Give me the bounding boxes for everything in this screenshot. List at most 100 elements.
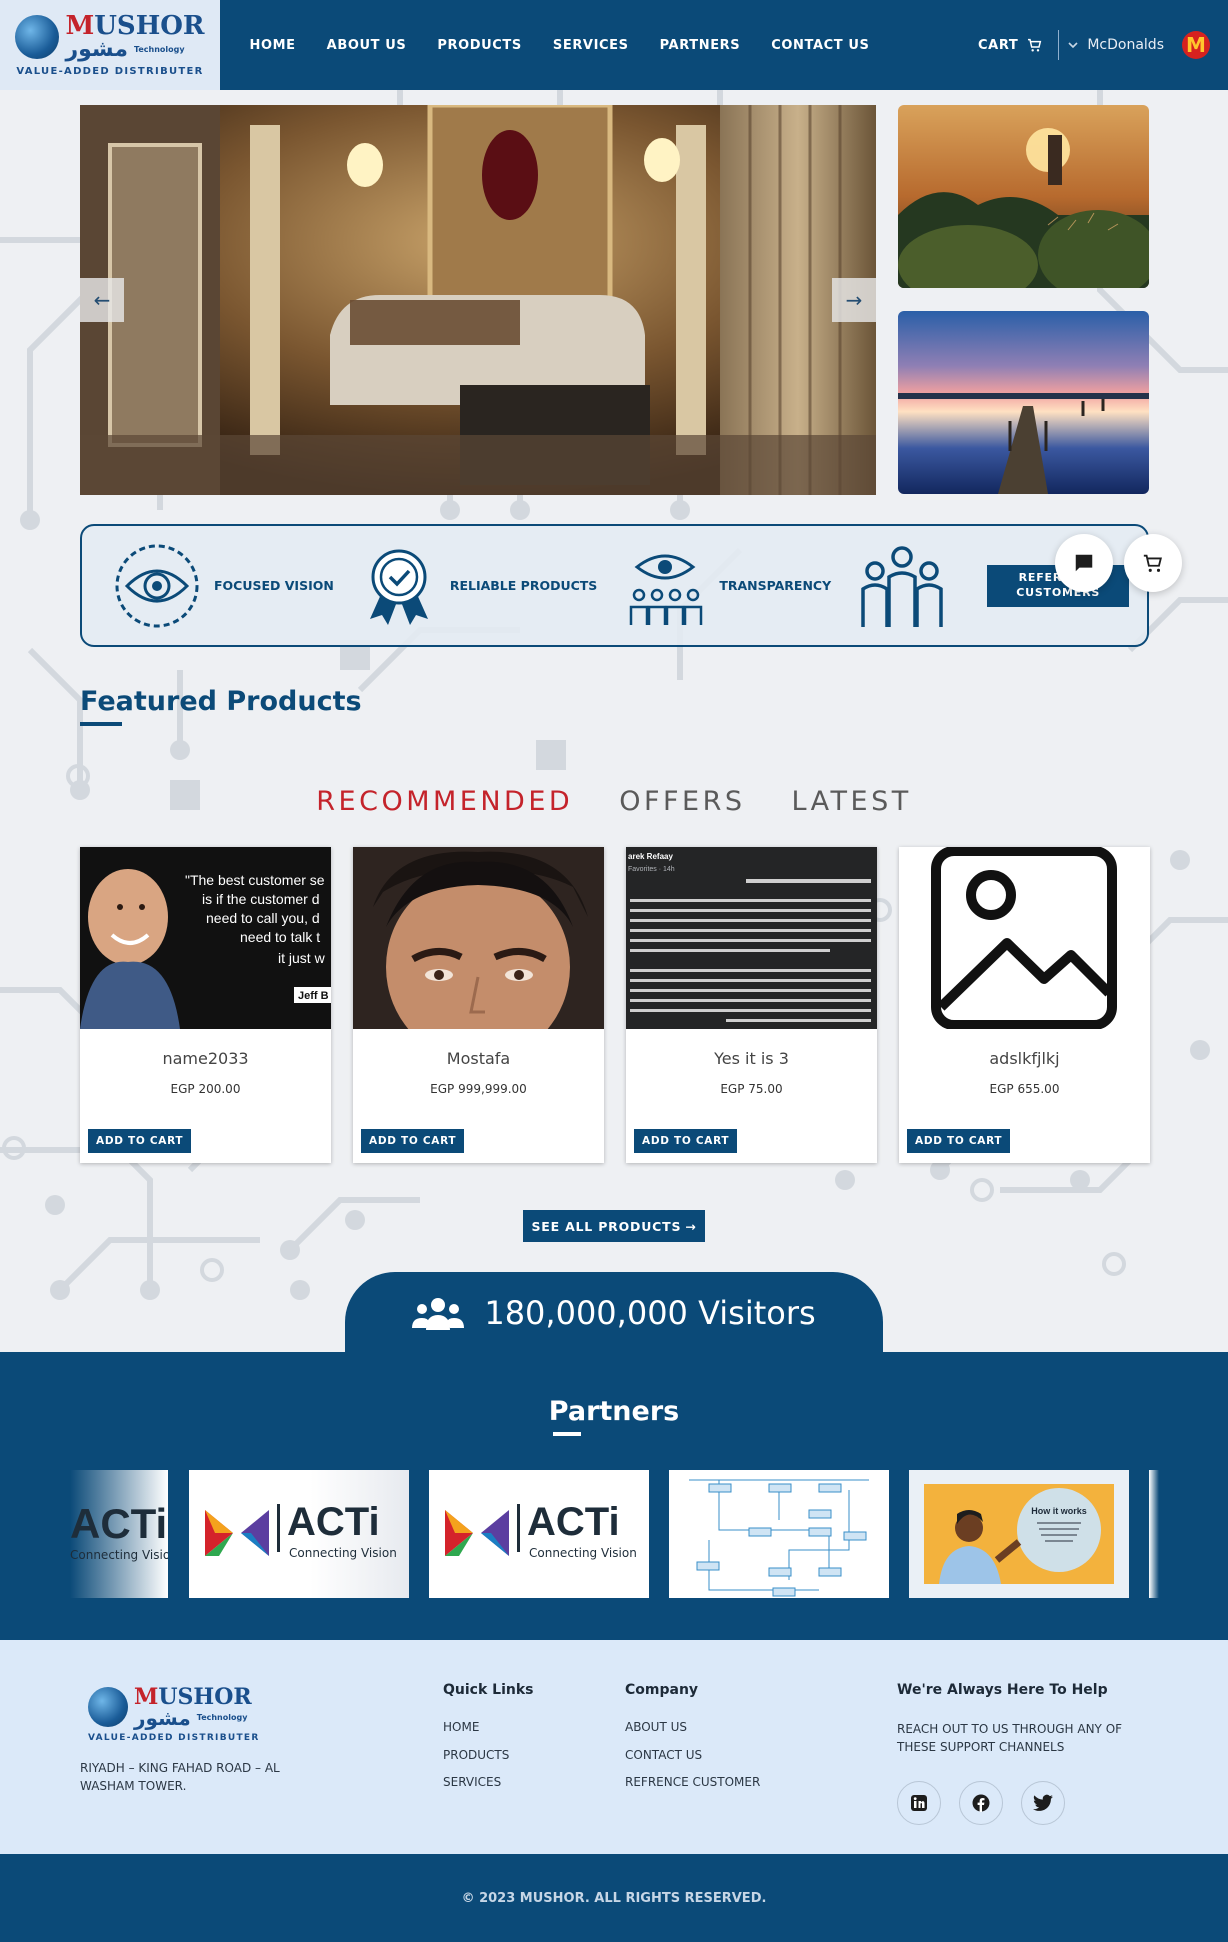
footer-link-contact-us[interactable]: CONTACT US [625,1748,702,1762]
nav-products[interactable]: PRODUCTS [422,38,538,53]
nav-contact-us[interactable]: CONTACT US [756,38,885,53]
add-to-cart-button[interactable]: ADD TO CART [634,1129,738,1153]
product-name: Mostafa [446,1049,511,1068]
value-label: FOCUSED VISION [214,578,334,593]
visitors-counter: 180,000,000 Visitors [345,1272,883,1353]
see-all-label: SEE ALL PRODUCTS [531,1218,682,1234]
nav-services[interactable]: SERVICES [537,38,644,53]
value-transparency: TRANSPARENCY [625,545,831,627]
partner-tagline: Connecting Vision [529,1546,637,1560]
footer-link-about-us[interactable]: ABOUT US [625,1720,687,1734]
facebook-icon [972,1794,990,1812]
hero-side-image-lake-dock[interactable] [898,311,1149,494]
hero-side-image-sunset-cactus[interactable] [898,105,1149,288]
quote-line: need to call you, d [206,910,320,926]
product-image [353,847,604,1029]
cart-link[interactable]: CART [978,37,1042,53]
product-card[interactable]: arek Refaay Favorites · 14h Yes it is 3 … [626,847,877,1163]
footer-logo[interactable]: MUSHOR مشور Technology VALUE-ADDED DISTR… [88,1686,260,1743]
globe-icon [15,15,60,59]
arrow-left-icon: ← [93,288,111,312]
see-all-products-button[interactable]: SEE ALL PRODUCTS → [523,1210,705,1242]
header-divider [1058,30,1060,60]
featured-products-title: Featured Products [80,686,362,717]
value-label: RELIABLE PRODUCTS [449,578,598,593]
footer-link-products[interactable]: PRODUCTS [443,1748,509,1762]
partners-title: Partners [548,1396,680,1427]
value-label: TRANSPARENCY [719,578,832,593]
acti-logo-icon [205,1510,269,1556]
partner-logo-diagram[interactable] [669,1470,889,1598]
post-meta: Favorites · 14h [628,866,675,873]
product-card[interactable]: adslkfjlkj EGP 655.00 ADD TO CART [899,847,1150,1163]
hero-slide-image [80,105,876,495]
tab-latest[interactable]: LATEST [791,786,911,817]
flow-diagram-image [669,1470,889,1598]
quote-line: is if the customer d [202,891,320,907]
twitter-button[interactable] [1021,1781,1065,1825]
logo-wordmark: MUSHOR [134,1684,252,1710]
product-name: Yes it is 3 [714,1049,789,1068]
tab-offers[interactable]: OFFERS [619,786,745,817]
site-header: MUSHOR مشور Technology VALUE-ADDED DISTR… [0,0,1228,90]
twitter-icon [1033,1794,1053,1811]
product-image [899,847,1150,1029]
tab-recommended[interactable]: RECOMMENDED [316,786,573,817]
brand-logo[interactable]: MUSHOR مشور Technology VALUE-ADDED DISTR… [0,0,220,90]
user-avatar: M [1182,31,1210,59]
product-card[interactable]: "The best customer se is if the customer… [80,847,331,1163]
nav-about-us[interactable]: ABOUT US [311,38,422,53]
product-price: EGP 75.00 [720,1082,783,1096]
linkedin-button[interactable] [897,1781,941,1825]
partner-brand: ACTi [287,1500,380,1544]
copyright-text: © 2023 MUSHOR. ALL RIGHTS RESERVED. [461,1890,767,1906]
product-image: "The best customer se is if the customer… [80,847,331,1029]
partner-logo-acti[interactable]: ACTi Connecting Vision [70,1470,168,1598]
logo-divider [517,1504,520,1552]
arrow-right-icon: → [845,288,863,312]
partner-logo-acti[interactable]: ACTi Connecting Vision [429,1470,649,1598]
partner-logo-acti[interactable]: ACTi Connecting Vision [189,1470,409,1598]
sunset-cactus-image [898,105,1149,288]
logo-technology: Technology [196,1713,248,1722]
cart-icon [1028,38,1042,52]
nav-partners[interactable]: PARTNERS [644,38,756,53]
logo-wordmark: MUSHOR [65,11,205,41]
footer-link-services[interactable]: SERVICES [443,1775,501,1789]
values-strip: FOCUSED VISION RELIABLE PRODUCTS TRANSPA… [80,524,1149,647]
floating-cart-button[interactable] [1124,534,1182,592]
logo-tagline: VALUE-ADDED DISTRIBUTER [88,1733,260,1743]
title-underline [80,722,122,726]
cart-icon [1143,554,1162,572]
help-text: REACH OUT TO US THROUGH ANY OF THESE SUP… [897,1722,1123,1754]
partner-logo-partial [1149,1470,1159,1598]
footer-address: RIYADH – KING FAHAD ROAD – AL WASHAM TOW… [80,1761,280,1793]
product-card[interactable]: Mostafa EGP 999,999.00 ADD TO CART [353,847,604,1163]
carousel-next-button[interactable]: → [832,278,876,322]
partner-tagline: Connecting Vision [289,1546,397,1560]
company-title: Company [625,1682,699,1698]
acti-logo-icon [445,1510,509,1556]
partner-brand: ACTi [527,1500,620,1544]
partner-brand: ACTi [70,1500,168,1547]
value-reliable-products: RELIABLE PRODUCTS [362,547,597,625]
footer-link-home[interactable]: HOME [443,1720,479,1734]
copyright-bar: © 2023 MUSHOR. ALL RIGHTS RESERVED. [0,1854,1228,1942]
product-price: EGP 655.00 [989,1082,1060,1096]
add-to-cart-button[interactable]: ADD TO CART [88,1129,192,1153]
site-footer: MUSHOR مشور Technology VALUE-ADDED DISTR… [0,1640,1228,1854]
add-to-cart-button[interactable]: ADD TO CART [361,1129,465,1153]
product-cards: "The best customer se is if the customer… [80,847,1150,1163]
carousel-prev-button[interactable]: ← [80,278,124,322]
footer-link-reference-customer[interactable]: REFRENCE CUSTOMER [625,1775,760,1789]
facebook-button[interactable] [959,1781,1003,1825]
chevron-down-icon [1068,42,1078,49]
chat-button[interactable] [1055,534,1113,592]
linkedin-icon [911,1795,927,1811]
nav-home[interactable]: HOME [234,38,311,53]
partner-logo-illustration[interactable]: How it works [909,1470,1129,1598]
how-it-works-illustration: How it works [909,1470,1129,1598]
add-to-cart-button[interactable]: ADD TO CART [907,1129,1011,1153]
user-menu[interactable]: McDonalds M [1067,31,1210,59]
logo-divider [277,1504,280,1552]
